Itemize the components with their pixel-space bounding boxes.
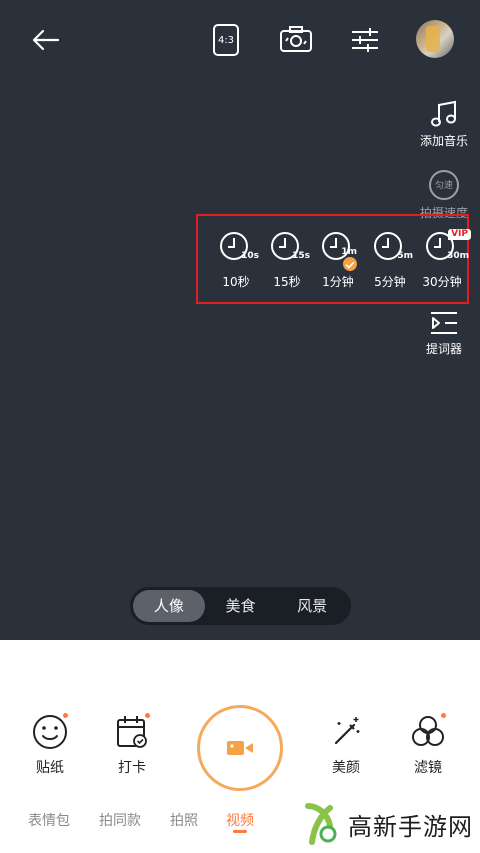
sticker-label: 贴纸 xyxy=(36,760,64,776)
add-music-button[interactable]: 添加音乐 xyxy=(415,100,473,149)
duration-label: 5分钟 xyxy=(374,275,406,289)
beauty-label: 美颜 xyxy=(332,760,360,776)
teleprompter-icon xyxy=(431,312,457,334)
music-note-icon xyxy=(431,100,456,127)
camera-preview xyxy=(0,0,480,640)
record-video-button[interactable] xyxy=(197,705,283,791)
duration-option-30m[interactable]: 30m VIP 30分钟 xyxy=(416,229,471,290)
tab-photo[interactable]: 拍照 xyxy=(170,810,198,830)
tab-emoji-pack[interactable]: 表情包 xyxy=(28,810,70,830)
duration-label: 30分钟 xyxy=(422,275,462,289)
new-dot xyxy=(441,713,446,718)
checkin-label: 打卡 xyxy=(118,760,146,776)
teleprompter-label: 提词器 xyxy=(425,342,462,356)
avatar[interactable] xyxy=(416,20,454,58)
aspect-ratio-label: 4:3 xyxy=(217,34,235,46)
scene-mode-selector: 人像 美食 风景 xyxy=(130,587,351,625)
duration-option-10s[interactable]: 10s 10秒 xyxy=(211,231,261,290)
vip-badge: VIP xyxy=(448,229,471,240)
duration-option-15s[interactable]: 15s 15秒 xyxy=(262,231,312,290)
new-dot xyxy=(145,713,150,718)
watermark-logo-icon xyxy=(305,803,337,845)
mode-food[interactable]: 美食 xyxy=(205,590,277,622)
tab-same-style[interactable]: 拍同款 xyxy=(99,810,141,830)
mode-portrait[interactable]: 人像 xyxy=(133,590,205,622)
duration-label: 15秒 xyxy=(273,275,301,289)
duration-cap: 15s xyxy=(292,251,310,261)
video-camera-icon xyxy=(227,741,253,755)
duration-cap: 5m xyxy=(397,251,413,261)
add-music-label: 添加音乐 xyxy=(419,134,468,148)
filter-label: 滤镜 xyxy=(414,760,442,776)
duration-label: 1分钟 xyxy=(322,275,354,289)
back-arrow-icon[interactable] xyxy=(28,26,62,54)
watermark-text: 高新手游网 xyxy=(348,812,473,841)
switch-camera-icon[interactable] xyxy=(277,24,315,56)
magic-wand-icon xyxy=(334,717,360,745)
new-dot xyxy=(63,713,68,718)
duration-label: 10秒 xyxy=(222,275,250,289)
filter-button[interactable]: 滤镜 xyxy=(398,713,458,777)
calendar-check-icon xyxy=(117,716,147,748)
speed-badge: 匀速 xyxy=(434,181,453,191)
duration-cap: 1m xyxy=(341,247,357,257)
sticker-button[interactable]: 贴纸 xyxy=(20,713,80,777)
aspect-ratio-button[interactable]: 4:3 xyxy=(212,23,240,57)
speed-gauge-icon: 匀速 xyxy=(429,170,459,200)
teleprompter-button[interactable]: 提词器 xyxy=(415,310,473,357)
duration-option-5m[interactable]: 5m 5分钟 xyxy=(365,231,415,290)
duration-cap: 10s xyxy=(241,251,259,261)
tab-video[interactable]: 视频 xyxy=(226,810,254,830)
duration-cap: 30m xyxy=(447,251,469,261)
selected-check-icon xyxy=(343,257,357,271)
settings-sliders-icon[interactable] xyxy=(349,24,381,56)
checkin-button[interactable]: 打卡 xyxy=(102,713,162,777)
beauty-button[interactable]: 美颜 xyxy=(316,713,376,777)
mode-landscape[interactable]: 风景 xyxy=(276,590,348,622)
smiley-icon xyxy=(33,715,67,749)
filter-circles-icon xyxy=(412,716,444,746)
duration-option-1m[interactable]: 1m 1分钟 xyxy=(313,231,363,290)
active-tab-indicator xyxy=(233,830,247,833)
watermark: 高新手游网 xyxy=(300,800,473,848)
